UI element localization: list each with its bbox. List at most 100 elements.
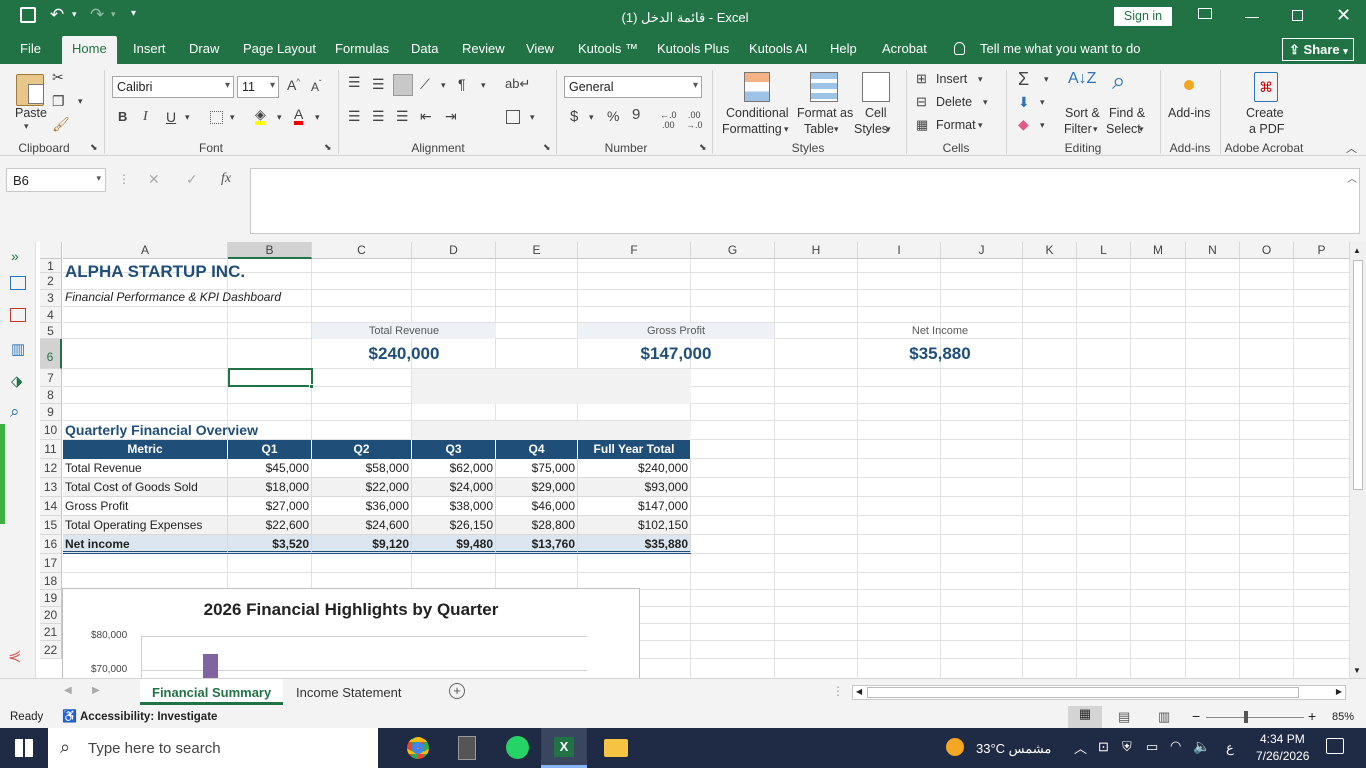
table-header-cell[interactable]: Metric — [63, 440, 228, 459]
delete-dropdown-icon[interactable]: ▾ — [983, 97, 988, 108]
row-header-14[interactable]: 14 — [40, 497, 62, 516]
sort-filter-button[interactable]: Sort & — [1065, 106, 1100, 120]
clock-time[interactable]: 4:34 PM — [1260, 732, 1305, 746]
decrease-indent-icon[interactable]: ⇤ — [420, 108, 432, 125]
share-pane-icon[interactable]: ⋞ — [8, 646, 21, 666]
format-cells-icon[interactable]: ▦ — [916, 117, 928, 133]
table-cell[interactable]: $13,760 — [496, 535, 578, 554]
create-pdf-icon[interactable]: ⌘ — [1254, 72, 1278, 102]
find-select-button[interactable]: Find & — [1109, 106, 1145, 120]
align-bottom-icon[interactable] — [393, 74, 413, 96]
accessibility-status[interactable]: Accessibility: Investigate — [80, 711, 217, 723]
sort-filter-dropdown-icon[interactable]: ▾ — [1093, 124, 1098, 135]
redo-icon[interactable]: ↷ — [90, 5, 104, 25]
column-header-p[interactable]: P — [1294, 242, 1350, 259]
zoom-slider[interactable] — [1206, 717, 1304, 718]
cut-icon[interactable]: ✂ — [52, 69, 64, 86]
insert-function-icon[interactable]: fx — [221, 171, 231, 187]
table-cell[interactable]: $46,000 — [496, 497, 578, 516]
column-header-k[interactable]: K — [1023, 242, 1077, 259]
table-cell[interactable]: $3,520 — [228, 535, 312, 554]
column-header-d[interactable]: D — [412, 242, 496, 259]
clock-date[interactable]: 7/26/2026 — [1256, 749, 1309, 763]
table-header-cell[interactable]: Q1 — [228, 440, 312, 459]
fill-color-dropdown-icon[interactable]: ▾ — [277, 112, 282, 123]
add-ins-button[interactable]: Add-ins — [1168, 106, 1210, 120]
customize-qat-icon[interactable]: ▾ — [131, 8, 136, 19]
table-cell[interactable]: $45,000 — [228, 459, 312, 478]
text-direction-icon[interactable]: ¶ — [458, 76, 466, 92]
row-header-19[interactable]: 19 — [40, 590, 62, 607]
column-header-g[interactable]: G — [691, 242, 775, 259]
row-header-21[interactable]: 21 — [40, 624, 62, 641]
conditional-formatting-icon[interactable] — [744, 72, 770, 102]
delete-cells-button[interactable]: Delete — [936, 95, 972, 109]
tab-kutools-plus[interactable]: Kutools Plus — [657, 41, 729, 56]
column-header-j[interactable]: J — [941, 242, 1023, 259]
scroll-left-icon[interactable]: ◀ — [856, 687, 862, 696]
close-icon[interactable]: ✕ — [1336, 5, 1351, 26]
tab-data[interactable]: Data — [411, 41, 438, 56]
cell-styles-icon[interactable] — [862, 72, 890, 102]
tab-kutools-ai[interactable]: Kutools AI — [749, 41, 808, 56]
row-header-10[interactable]: 10 — [40, 421, 62, 440]
percent-button[interactable]: % — [607, 108, 619, 124]
table-cell[interactable]: $24,000 — [412, 478, 496, 497]
row-header-8[interactable]: 8 — [40, 387, 62, 404]
column-header-o[interactable]: O — [1240, 242, 1294, 259]
table-header-cell[interactable]: Q3 — [412, 440, 496, 459]
format-cells-button[interactable]: Format — [936, 118, 976, 132]
collapse-ribbon-icon[interactable]: ︿ — [1346, 140, 1357, 156]
sheets-icon[interactable] — [10, 308, 26, 322]
table-cell[interactable]: $147,000 — [578, 497, 691, 516]
table-cell[interactable]: $240,000 — [578, 459, 691, 478]
table-cell[interactable]: $35,880 — [578, 535, 691, 554]
vertical-scrollbar[interactable]: ▲ ▼ — [1350, 242, 1366, 678]
tab-splitter-icon[interactable]: ⋮ — [832, 684, 844, 698]
accessibility-icon[interactable]: ♿ — [62, 709, 77, 723]
prev-sheet-icon[interactable]: ◀ — [64, 685, 72, 696]
table-header-cell[interactable]: Q4 — [496, 440, 578, 459]
row-header-4[interactable]: 4 — [40, 307, 62, 323]
create-pdf-button[interactable]: Create — [1246, 106, 1284, 120]
workbook-icon[interactable] — [10, 276, 26, 290]
column-header-l[interactable]: L — [1077, 242, 1131, 259]
merge-center-icon[interactable] — [506, 110, 520, 124]
table-row-label[interactable]: Gross Profit — [63, 497, 228, 516]
page-layout-view-icon[interactable]: ▤ — [1118, 709, 1130, 725]
excel-taskbar-icon[interactable]: X — [541, 728, 587, 768]
cell-styles-dropdown-icon[interactable]: ▾ — [886, 124, 891, 135]
table-row-label[interactable]: Total Cost of Goods Sold — [63, 478, 228, 497]
column-header-i[interactable]: I — [858, 242, 941, 259]
table-cell[interactable]: $62,000 — [412, 459, 496, 478]
row-header-5[interactable]: 5 — [40, 323, 62, 339]
find-select-dropdown-icon[interactable]: ▾ — [1139, 124, 1144, 135]
table-row-label[interactable]: Total Operating Expenses — [63, 516, 228, 535]
copy-icon[interactable]: ❐ — [52, 93, 65, 110]
tab-view[interactable]: View — [526, 41, 554, 56]
conditional-formatting-dropdown-icon[interactable]: ▾ — [784, 124, 789, 135]
borders-dropdown-icon[interactable]: ▾ — [230, 112, 235, 123]
select-all-corner[interactable] — [40, 242, 62, 259]
zoom-out-icon[interactable]: − — [1192, 708, 1200, 724]
table-cell[interactable]: $22,000 — [312, 478, 412, 497]
find-pane-icon[interactable]: ⌕ — [10, 402, 20, 422]
tab-draw[interactable]: Draw — [189, 41, 219, 56]
worksheet-grid[interactable]: ABCDEFGHIJKLMNOP 1 2 3 4 5 6 7 8 9 10 11 12 13 14 15 16… — [40, 242, 1350, 678]
table-cell[interactable]: $24,600 — [312, 516, 412, 535]
font-color-icon[interactable]: A — [294, 107, 304, 125]
table-row-label[interactable]: Net income — [63, 535, 228, 554]
increase-decimal-icon[interactable]: ←.0.00 — [660, 110, 677, 130]
insert-cells-icon[interactable]: ⊞ — [916, 71, 927, 87]
column-header-b[interactable]: B — [228, 242, 312, 259]
financial-chart[interactable]: 2026 Financial Highlights by Quarter $80… — [62, 588, 640, 678]
insert-cells-button[interactable]: Insert — [936, 72, 967, 86]
file-explorer-icon[interactable] — [604, 739, 628, 757]
number-launcher-icon[interactable]: ⬊ — [699, 142, 707, 153]
italic-button[interactable]: I — [143, 109, 148, 125]
add-ins-icon[interactable] — [1184, 80, 1194, 90]
active-cell-b6[interactable] — [228, 368, 313, 387]
row-header-6[interactable]: 6 — [40, 339, 62, 369]
font-name-combo[interactable]: Calibri — [112, 76, 234, 98]
sheet-tab-income-statement[interactable]: Income Statement — [296, 685, 402, 700]
